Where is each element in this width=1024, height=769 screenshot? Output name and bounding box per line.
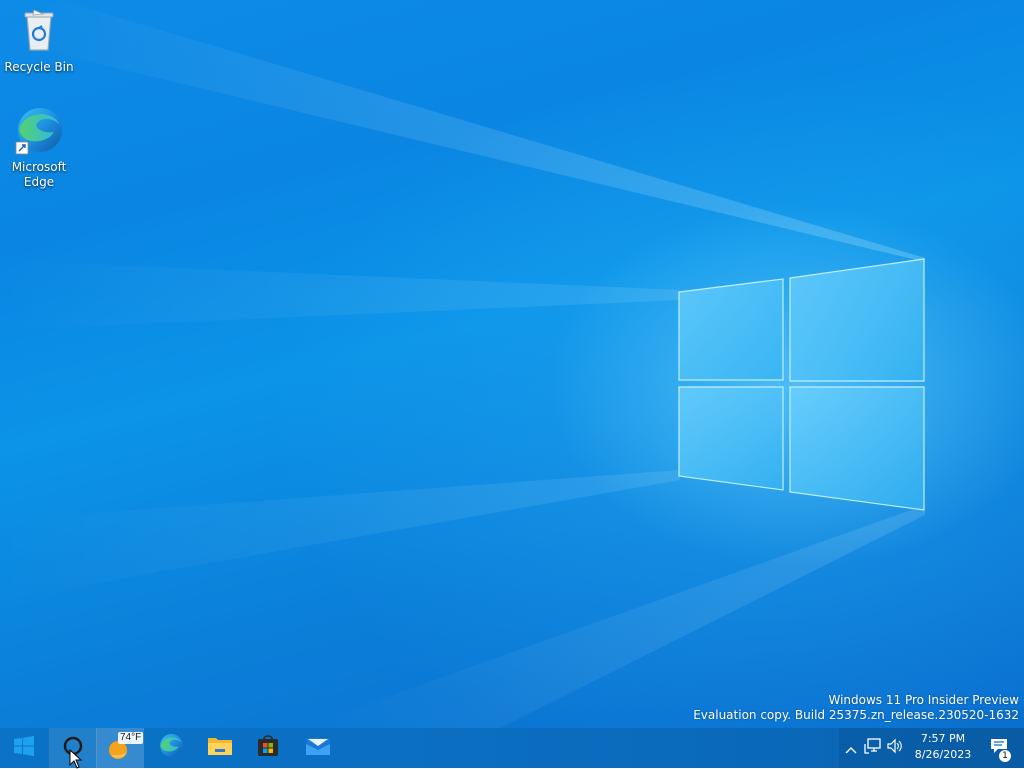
taskbar-edge-button[interactable]	[147, 728, 195, 768]
notification-count-badge: 1	[999, 750, 1011, 762]
recycle-bin-label: Recycle Bin	[4, 60, 74, 74]
taskbar-mail-button[interactable]	[294, 728, 342, 768]
edge-label: Microsoft Edge	[11, 160, 67, 189]
recycle-bin-shortcut[interactable]: Recycle Bin	[1, 8, 77, 75]
notification-center-button[interactable]	[984, 728, 1014, 768]
system-tray: 7:57 PM 8/26/2023 1	[839, 728, 1024, 768]
volume-icon	[886, 738, 904, 758]
desktop[interactable]: Recycle Bin Microsoft Edge Windows 11 Pr…	[0, 0, 1024, 728]
watermark-build: Evaluation copy. Build 25375.zn_release.…	[693, 708, 1019, 722]
clock[interactable]: 7:57 PM 8/26/2023	[906, 731, 980, 763]
store-icon	[256, 734, 280, 762]
network-button[interactable]	[861, 728, 885, 768]
edge-icon	[14, 106, 64, 156]
weather-widget[interactable]: 74°F	[96, 728, 144, 768]
edge-icon	[158, 733, 184, 763]
network-icon	[864, 738, 882, 758]
edge-shortcut[interactable]: Microsoft Edge	[1, 106, 77, 190]
evaluation-watermark: Windows 11 Pro Insider Preview Evaluatio…	[693, 693, 1019, 723]
taskbar-store-button[interactable]	[244, 728, 292, 768]
weather-temperature: 74°F	[118, 732, 144, 744]
volume-button[interactable]	[883, 728, 907, 768]
chevron-up-icon	[845, 739, 857, 758]
taskbar: 74°F 7:57 PM 8/26/2023 1	[0, 728, 1024, 768]
mouse-cursor-icon	[69, 749, 83, 769]
mail-icon	[305, 735, 331, 761]
recycle-bin-icon	[1, 8, 77, 56]
wallpaper-windows-logo	[0, 0, 925, 728]
watermark-edition: Windows 11 Pro Insider Preview	[828, 693, 1019, 707]
taskbar-file-explorer-button[interactable]	[196, 728, 244, 768]
clock-date: 8/26/2023	[914, 748, 972, 761]
show-hidden-icons-button[interactable]	[839, 728, 863, 768]
start-button[interactable]	[0, 728, 48, 768]
clock-time: 7:57 PM	[920, 732, 966, 745]
folder-icon	[207, 735, 233, 761]
windows-logo-icon	[14, 736, 34, 760]
